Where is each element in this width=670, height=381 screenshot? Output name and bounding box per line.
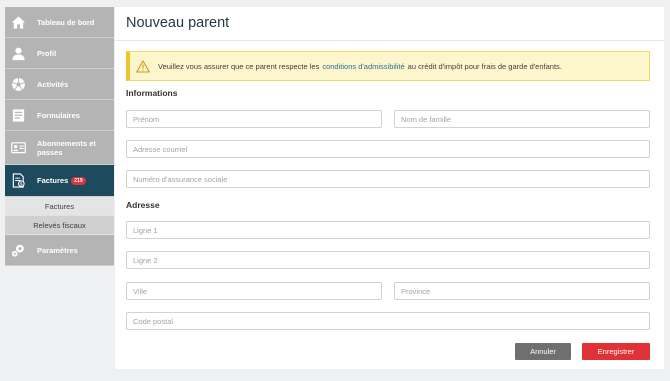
form-icon <box>10 107 27 124</box>
eligibility-alert: Veuillez vous assurer que ce parent resp… <box>126 51 650 81</box>
sidebar-item-activities[interactable]: Activités <box>5 69 114 100</box>
email-input[interactable] <box>126 140 650 158</box>
province-input[interactable] <box>394 282 650 300</box>
alert-text-before: Veuillez vous assurer que ce parent resp… <box>158 61 320 71</box>
sidebar-item-label: Abonnements et passes <box>37 138 96 157</box>
warning-icon <box>136 59 150 73</box>
address-line2-input[interactable] <box>126 251 650 269</box>
sidebar-item-dashboard[interactable]: Tableau de bord <box>5 7 114 38</box>
section-title-informations: Informations <box>126 88 178 98</box>
postal-code-input[interactable] <box>126 312 650 330</box>
sidebar-item-label: Profil <box>37 48 57 58</box>
sidebar-subitem-invoices[interactable]: Factures <box>5 197 114 216</box>
soccer-ball-icon <box>10 76 27 93</box>
sidebar-item-label: Activités <box>37 79 69 89</box>
home-icon <box>10 14 27 31</box>
address-line1-input[interactable] <box>126 221 650 239</box>
last-name-input[interactable] <box>394 110 650 128</box>
save-button[interactable]: Enregistrer <box>582 343 650 360</box>
id-card-icon <box>10 139 27 156</box>
social-insurance-number-input[interactable] <box>126 170 650 188</box>
invoice-icon: $ <box>10 172 27 189</box>
first-name-input[interactable] <box>126 110 382 128</box>
invoice-count-badge: 219 <box>71 176 86 185</box>
sidebar-item-label: Formulaires <box>37 110 80 120</box>
sidebar-item-label: Tableau de bord <box>37 17 95 27</box>
sidebar-item-subscriptions[interactable]: Abonnements et passes <box>5 131 114 165</box>
page-title: Nouveau parent <box>126 15 230 31</box>
gears-icon <box>10 242 27 259</box>
sidebar-item-settings[interactable]: Paramètres <box>5 235 114 266</box>
sidebar-item-label: Factures <box>37 176 69 185</box>
sidebar-item-invoices[interactable]: $ Factures 219 <box>5 165 114 197</box>
main-panel: Nouveau parent Veuillez vous assurer que… <box>115 7 664 369</box>
section-title-adresse: Adresse <box>126 200 160 210</box>
alert-text-after: au crédit d'impôt pour frais de garde d'… <box>407 61 562 71</box>
sidebar-item-label: Paramètres <box>37 245 78 255</box>
title-divider <box>115 40 664 41</box>
eligibility-conditions-link[interactable]: conditions d'admissibilité <box>322 62 404 71</box>
sidebar-item-forms[interactable]: Formulaires <box>5 100 114 131</box>
sidebar-item-profile[interactable]: Profil <box>5 38 114 69</box>
sidebar: Tableau de bord Profil Activités Formula… <box>5 7 114 266</box>
user-icon <box>10 45 27 62</box>
city-input[interactable] <box>126 282 382 300</box>
sidebar-subitem-tax-receipts[interactable]: Relevés fiscaux <box>5 216 114 235</box>
cancel-button[interactable]: Annuler <box>515 343 571 360</box>
